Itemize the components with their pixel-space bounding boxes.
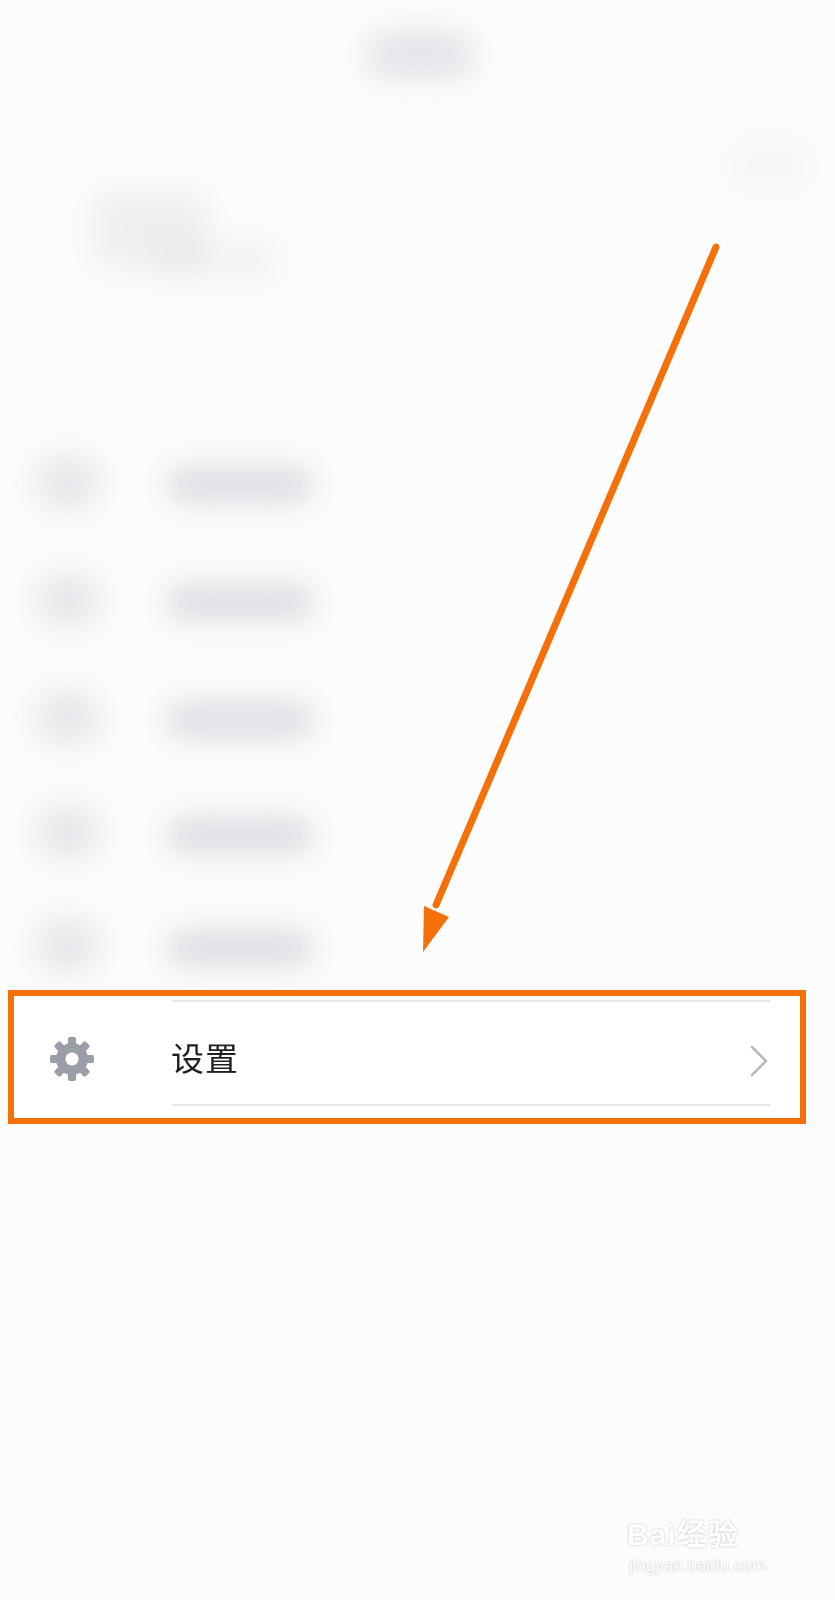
- blurred-username: [150, 240, 280, 280]
- blurred-page-title: [365, 30, 475, 80]
- blurred-menu-label: [165, 700, 315, 740]
- blurred-menu-icon: [35, 918, 100, 973]
- blurred-menu-label: [165, 815, 315, 855]
- blurred-menu-icon: [35, 805, 100, 860]
- blurred-menu-icon: [35, 572, 100, 627]
- blurred-menu-label: [165, 465, 315, 505]
- gear-icon: [48, 1035, 96, 1083]
- watermark: Bai经验 jingyan.baidu.com: [627, 1510, 817, 1590]
- blurred-menu-icon: [35, 455, 100, 510]
- watermark-brand: Bai经验: [627, 1519, 739, 1552]
- mine-page-screen: 设置 Bai经验 jingyan.baidu.com: [0, 0, 835, 1600]
- divider: [172, 1104, 770, 1106]
- blurred-menu-label: [165, 582, 315, 622]
- settings-label: 设置: [171, 1040, 239, 1079]
- chevron-right-icon: [748, 1044, 770, 1078]
- settings-menu-item[interactable]: 设置: [8, 990, 806, 1124]
- blurred-header-action: [730, 140, 810, 190]
- watermark-url: jingyan.baidu.com: [629, 1556, 767, 1575]
- divider: [172, 1000, 770, 1002]
- blurred-menu-icon: [35, 690, 100, 745]
- blurred-menu-label: [165, 928, 315, 968]
